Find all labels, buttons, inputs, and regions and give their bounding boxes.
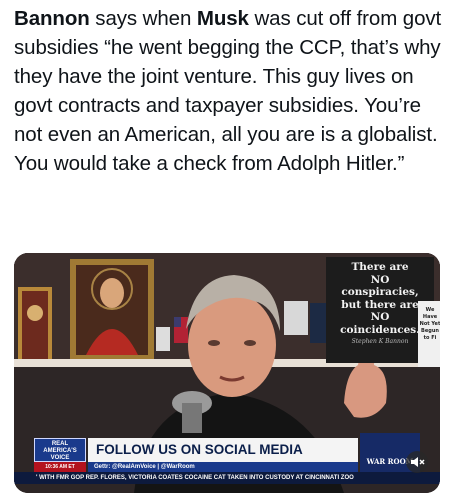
- network-logo: REAL AMERICA'S VOICE: [34, 438, 86, 462]
- tweet-name-musk: Musk: [196, 7, 249, 30]
- tweet-text-segment: says when: [89, 7, 197, 30]
- news-chyron: REAL AMERICA'S VOICE FOLLOW US ON SOCIAL…: [14, 433, 440, 493]
- sign-line: There are: [351, 261, 409, 273]
- sign-line: NO: [370, 273, 390, 286]
- chyron-handles: Gettr: @RealAmVoice | @WarRoom: [88, 462, 358, 472]
- tweet-text: Bannon says when Musk was cut off from g…: [14, 4, 444, 178]
- tweet-text-segment: was cut off from govt subsidies “he went…: [14, 7, 442, 175]
- chyron-time: 10:36 AM ET: [34, 462, 86, 472]
- chyron-ticker: ' WITH FMR GOP REP. FLORES, VICTORIA COA…: [14, 472, 440, 484]
- tweet-name-bannon: Bannon: [14, 7, 90, 30]
- small-sign: We Have Not Yet Begun to Fi: [418, 301, 440, 367]
- speaker-muted-icon: [411, 457, 425, 467]
- sign-line: conspiracies,: [341, 286, 419, 298]
- chyron-headline: FOLLOW US ON SOCIAL MEDIA: [88, 438, 358, 462]
- mute-button[interactable]: [406, 451, 428, 473]
- video-media[interactable]: There are NO conspiracies, but there are…: [14, 253, 440, 493]
